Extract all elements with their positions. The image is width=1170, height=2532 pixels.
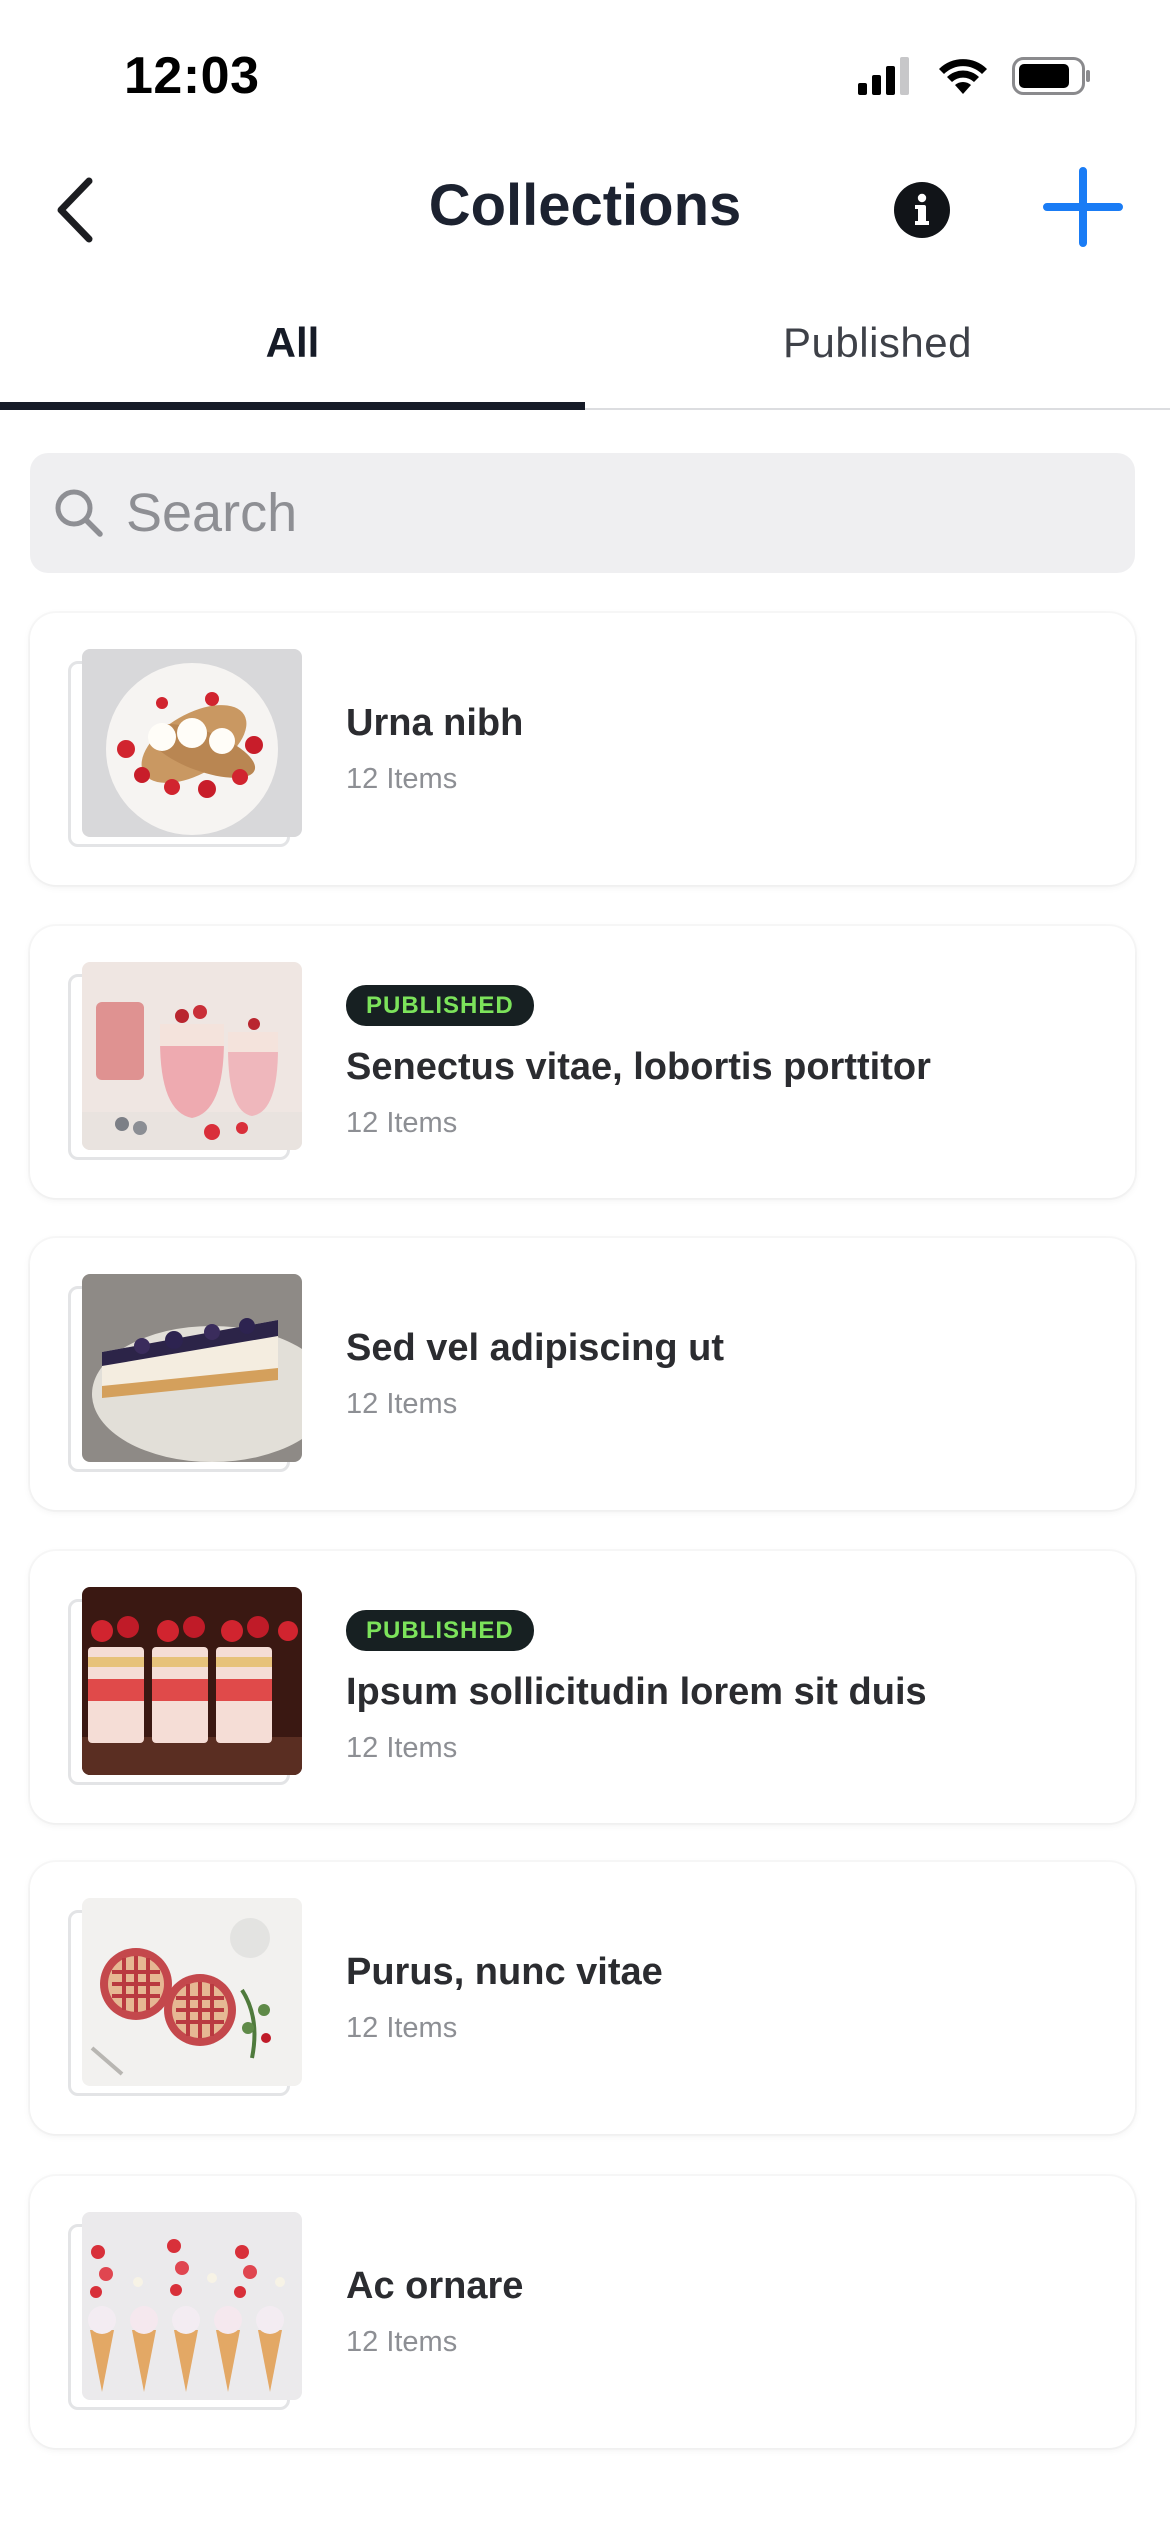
collection-info: Purus, nunc vitae 12 Items bbox=[346, 1862, 1105, 2134]
collection-title: Purus, nunc vitae bbox=[346, 1951, 663, 1993]
collection-title: Urna nibh bbox=[346, 702, 524, 744]
collection-thumbnail bbox=[82, 962, 302, 1150]
tab-bar: All Published bbox=[0, 290, 1170, 410]
thumbnail-stack bbox=[68, 962, 302, 1162]
collection-thumbnail bbox=[82, 1587, 302, 1775]
collection-info: PUBLISHED Ipsum sollicitudin lorem sit d… bbox=[346, 1551, 1105, 1823]
thumbnail-stack bbox=[68, 1587, 302, 1787]
collection-title: Ipsum sollicitudin lorem sit duis bbox=[346, 1670, 927, 1713]
thumbnail-stack bbox=[68, 1274, 302, 1474]
status-icons bbox=[858, 56, 1092, 96]
collection-item-count: 12 Items bbox=[346, 2326, 458, 2358]
info-button[interactable] bbox=[890, 178, 954, 242]
search-icon bbox=[55, 489, 103, 537]
tab-all[interactable]: All bbox=[0, 290, 585, 410]
collection-info: Ac ornare 12 Items bbox=[346, 2176, 1105, 2448]
search-bar[interactable] bbox=[30, 453, 1135, 573]
collection-card[interactable]: Purus, nunc vitae 12 Items bbox=[30, 1862, 1135, 2134]
published-badge: PUBLISHED bbox=[346, 984, 534, 1026]
collection-card[interactable]: Urna nibh 12 Items bbox=[30, 613, 1135, 885]
collection-card[interactable]: PUBLISHED Ipsum sollicitudin lorem sit d… bbox=[30, 1551, 1135, 1823]
search-input[interactable] bbox=[124, 481, 1028, 545]
collection-item-count: 12 Items bbox=[346, 1106, 458, 1139]
collection-info: Urna nibh 12 Items bbox=[346, 613, 1105, 885]
collection-card[interactable]: PUBLISHED Senectus vitae, lobortis portt… bbox=[30, 926, 1135, 1198]
collection-title: Ac ornare bbox=[346, 2265, 524, 2307]
collection-info: Sed vel adipiscing ut 12 Items bbox=[346, 1238, 1105, 1510]
collection-card[interactable]: Sed vel adipiscing ut 12 Items bbox=[30, 1238, 1135, 1510]
published-badge: PUBLISHED bbox=[346, 1609, 534, 1651]
thumbnail-stack bbox=[68, 2212, 302, 2412]
tab-published[interactable]: Published bbox=[585, 290, 1170, 408]
collection-item-count: 12 Items bbox=[346, 1388, 458, 1420]
collection-item-count: 12 Items bbox=[346, 763, 458, 795]
collection-thumbnail bbox=[82, 1898, 302, 2086]
collection-title: Sed vel adipiscing ut bbox=[346, 1327, 724, 1369]
collection-thumbnail bbox=[82, 2212, 302, 2400]
add-collection-button[interactable] bbox=[1038, 162, 1128, 252]
plus-icon bbox=[1043, 167, 1123, 247]
thumbnail-stack bbox=[68, 649, 302, 849]
cellular-signal-icon bbox=[858, 57, 909, 95]
collection-item-count: 12 Items bbox=[346, 1731, 458, 1764]
collection-title: Senectus vitae, lobortis porttitor bbox=[346, 1045, 931, 1088]
thumbnail-stack bbox=[68, 1898, 302, 2098]
wifi-icon bbox=[939, 59, 987, 94]
collection-item-count: 12 Items bbox=[346, 2012, 458, 2044]
status-time: 12:03 bbox=[124, 47, 260, 105]
battery-icon bbox=[1012, 57, 1090, 95]
status-bar: 12:03 bbox=[0, 0, 1170, 150]
navigation-bar: Collections bbox=[0, 150, 1170, 270]
collection-card[interactable]: Ac ornare 12 Items bbox=[30, 2176, 1135, 2448]
collection-thumbnail bbox=[82, 649, 302, 837]
collection-info: PUBLISHED Senectus vitae, lobortis portt… bbox=[346, 926, 1105, 1198]
collection-thumbnail bbox=[82, 1274, 302, 1462]
page-title: Collections bbox=[428, 173, 742, 238]
info-icon bbox=[894, 182, 950, 238]
